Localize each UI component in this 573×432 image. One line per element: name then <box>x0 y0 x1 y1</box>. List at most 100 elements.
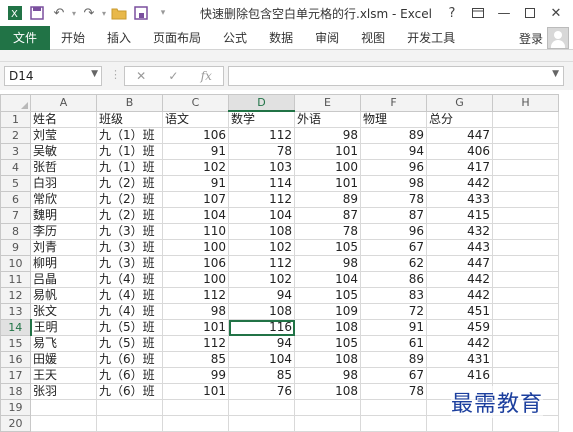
cell[interactable] <box>492 207 559 224</box>
cell[interactable] <box>96 415 163 432</box>
cell[interactable]: 94 <box>228 287 295 304</box>
cell[interactable]: 459 <box>426 319 493 336</box>
cell[interactable]: 104 <box>294 271 361 288</box>
tab-insert[interactable]: 插入 <box>96 26 142 50</box>
cell[interactable]: 白羽 <box>30 175 97 192</box>
cell[interactable]: 85 <box>228 367 295 384</box>
tab-developer[interactable]: 开发工具 <box>396 26 466 50</box>
tab-home[interactable]: 开始 <box>50 26 96 50</box>
cell[interactable] <box>492 335 559 352</box>
row-header[interactable]: 19 <box>0 399 31 416</box>
ribbon-display-options-icon[interactable] <box>465 2 491 24</box>
cell[interactable]: 魏明 <box>30 207 97 224</box>
cell[interactable]: 王明 <box>30 319 97 336</box>
cell[interactable]: 87 <box>360 207 427 224</box>
cell[interactable]: 班级 <box>96 110 163 128</box>
cell[interactable]: 九（4）班 <box>96 287 163 304</box>
cell[interactable]: 447 <box>426 127 493 144</box>
cell[interactable]: 吕晶 <box>30 271 97 288</box>
cell[interactable]: 100 <box>162 239 229 256</box>
cell[interactable]: 九（3）班 <box>96 223 163 240</box>
cell[interactable]: 61 <box>360 335 427 352</box>
cell[interactable]: 九（6）班 <box>96 367 163 384</box>
tab-page-layout[interactable]: 页面布局 <box>142 26 212 50</box>
cell[interactable]: 91 <box>162 175 229 192</box>
cell[interactable]: 112 <box>162 287 229 304</box>
cell[interactable]: 78 <box>228 143 295 160</box>
cell[interactable]: 102 <box>228 239 295 256</box>
cell[interactable]: 九（3）班 <box>96 255 163 272</box>
cell[interactable]: 总分 <box>426 110 493 128</box>
customize-toolbar-icon[interactable]: ▾ <box>152 2 174 24</box>
cell[interactable] <box>492 303 559 320</box>
save-icon[interactable] <box>26 2 48 24</box>
cell[interactable]: 108 <box>294 319 361 336</box>
cell[interactable] <box>492 287 559 304</box>
cell[interactable]: 451 <box>426 303 493 320</box>
cell[interactable]: 112 <box>228 127 295 144</box>
cell[interactable] <box>492 271 559 288</box>
row-header[interactable]: 20 <box>0 415 31 432</box>
row-header[interactable]: 7 <box>0 207 31 224</box>
cell[interactable]: 443 <box>426 239 493 256</box>
cell[interactable] <box>228 415 295 432</box>
row-header[interactable]: 4 <box>0 159 31 176</box>
cell[interactable]: 98 <box>162 303 229 320</box>
cell[interactable] <box>30 415 97 432</box>
cell[interactable]: 物理 <box>360 110 427 128</box>
cell[interactable] <box>492 127 559 144</box>
cell[interactable]: 107 <box>162 191 229 208</box>
cell[interactable] <box>492 239 559 256</box>
undo-icon[interactable]: ↶ <box>48 2 70 24</box>
row-header[interactable]: 15 <box>0 335 31 352</box>
row-header[interactable]: 8 <box>0 223 31 240</box>
cell[interactable]: 张羽 <box>30 383 97 400</box>
cell[interactable]: 101 <box>294 175 361 192</box>
cell[interactable]: 九（4）班 <box>96 303 163 320</box>
column-header-f[interactable]: F <box>360 94 427 112</box>
cell[interactable]: 114 <box>228 175 295 192</box>
cell[interactable]: 67 <box>360 239 427 256</box>
cell[interactable]: 78 <box>360 191 427 208</box>
cell[interactable]: 102 <box>162 159 229 176</box>
cell[interactable]: 108 <box>228 303 295 320</box>
cell[interactable]: 76 <box>228 383 295 400</box>
redo-icon[interactable]: ↷ <box>78 2 100 24</box>
cell[interactable]: 柳明 <box>30 255 97 272</box>
close-icon[interactable]: ✕ <box>543 2 569 24</box>
cell[interactable]: 语文 <box>162 110 229 128</box>
row-header[interactable]: 1 <box>0 110 31 128</box>
row-header[interactable]: 14 <box>0 319 32 336</box>
cell[interactable]: 101 <box>162 383 229 400</box>
minimize-icon[interactable]: — <box>491 2 517 24</box>
cell[interactable]: 83 <box>360 287 427 304</box>
cell[interactable]: 417 <box>426 159 493 176</box>
cell[interactable] <box>492 255 559 272</box>
row-header[interactable]: 13 <box>0 303 31 320</box>
cell[interactable] <box>30 399 97 416</box>
save-as-icon[interactable] <box>130 2 152 24</box>
cell[interactable]: 98 <box>294 255 361 272</box>
row-header[interactable]: 9 <box>0 239 31 256</box>
chevron-down-icon[interactable]: ▼ <box>91 69 98 79</box>
cell[interactable] <box>360 399 427 416</box>
cell[interactable]: 431 <box>426 351 493 368</box>
cell[interactable]: 103 <box>228 159 295 176</box>
cell[interactable]: 78 <box>294 223 361 240</box>
cell[interactable]: 九（2）班 <box>96 191 163 208</box>
cell[interactable] <box>492 191 559 208</box>
formula-input[interactable]: ▼ <box>228 66 564 86</box>
cell[interactable] <box>492 319 559 336</box>
cell[interactable]: 102 <box>228 271 295 288</box>
open-folder-icon[interactable] <box>108 2 130 24</box>
cell[interactable]: 张哲 <box>30 159 97 176</box>
cell[interactable]: 易飞 <box>30 335 97 352</box>
cell[interactable]: 442 <box>426 335 493 352</box>
cell[interactable]: 96 <box>360 159 427 176</box>
cell[interactable] <box>96 399 163 416</box>
cell[interactable]: 406 <box>426 143 493 160</box>
cell[interactable] <box>492 110 559 128</box>
cell[interactable]: 105 <box>294 335 361 352</box>
row-header[interactable]: 2 <box>0 127 31 144</box>
redo-dropdown-icon[interactable]: ▾ <box>100 2 108 24</box>
